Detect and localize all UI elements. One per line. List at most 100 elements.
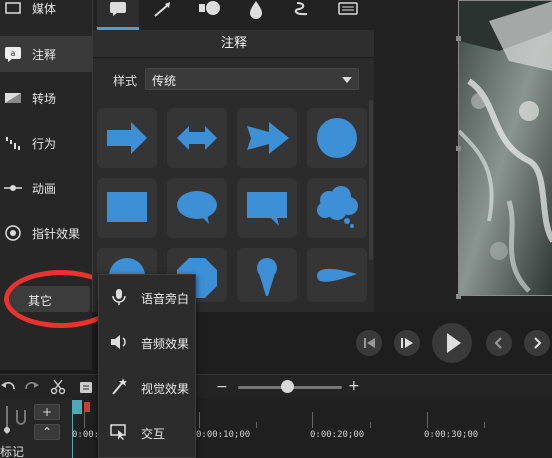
svg-text:a: a [11, 49, 16, 58]
tab-shapes[interactable] [189, 0, 231, 30]
ruler-tick [427, 412, 428, 428]
ruler-tick [312, 412, 313, 428]
interactive-icon [110, 424, 126, 440]
ruler-tick-minor [484, 422, 485, 428]
shape-tile-teardrop[interactable] [307, 248, 367, 302]
menu-item-audio-effects[interactable]: 音频效果 [99, 322, 197, 362]
arrow-double-icon [177, 126, 217, 150]
sketch-tab-icon [294, 2, 308, 16]
menu-item-label: 视觉效果 [141, 382, 190, 396]
animation-icon [4, 185, 22, 191]
arrow-fat-right-icon [247, 122, 289, 154]
playback-controls [196, 312, 552, 374]
marker-track-label: 标记 [0, 445, 25, 458]
ruler-tick-minor [370, 422, 371, 428]
panel-title: 注释 [93, 30, 375, 58]
track-height-slider[interactable] [2, 406, 12, 434]
ruler-label: 0:00:20;00 [310, 430, 365, 440]
sidebar-item-label: 转场 [32, 92, 57, 106]
annotations-panel: 注释 样式 传统 [92, 0, 375, 312]
step-forward-icon [401, 338, 413, 348]
style-dropdown-value: 传统 [152, 74, 177, 88]
shape-tile-arrow-right[interactable] [97, 108, 157, 168]
sidebar-item-label: 媒体 [32, 2, 57, 16]
previous-marker-button[interactable] [486, 330, 512, 356]
thought-cloud-icon [317, 186, 358, 228]
sidebar-item-animations[interactable]: 动画 [0, 170, 92, 206]
sidebar-item-annotations[interactable]: a 注释 [0, 36, 92, 72]
behavior-icon [6, 137, 20, 150]
undo-icon[interactable] [0, 379, 16, 395]
annotation-type-tabs [93, 0, 375, 30]
video-preview[interactable] [458, 0, 552, 296]
resize-handle[interactable] [456, 294, 461, 299]
tab-callouts[interactable] [97, 0, 139, 30]
chevron-down-icon [342, 77, 352, 83]
zoom-slider-handle[interactable] [281, 380, 295, 393]
sidebar-item-transitions[interactable]: 转场 [0, 80, 92, 116]
previous-frame-button[interactable] [356, 330, 382, 356]
sidebar-item-cursor-effects[interactable]: 指针效果 [0, 215, 92, 251]
teardrop-icon [317, 268, 357, 282]
shape-tile-arrow-fat[interactable] [237, 108, 297, 168]
playhead[interactable] [72, 400, 82, 414]
resize-handle[interactable] [456, 36, 461, 41]
ruler-label: 0:00:30;00 [424, 430, 479, 440]
next-frame-button[interactable] [394, 330, 420, 356]
sidebar-item-behaviors[interactable]: 行为 [0, 125, 92, 161]
more-tools-menu: 语音旁白 音频效果 视觉效果 交互 [98, 274, 196, 458]
style-dropdown[interactable]: 传统 [145, 68, 359, 90]
playhead-out-marker[interactable] [84, 402, 90, 412]
preview-image [459, 1, 552, 295]
collapse-track-button[interactable]: ⌃ [34, 424, 60, 440]
shape-tile-oval-bubble[interactable] [167, 178, 227, 238]
menu-item-label: 音频效果 [141, 337, 190, 351]
shape-tile-pin[interactable] [237, 248, 297, 302]
shape-tile-rect-bubble[interactable] [237, 178, 297, 238]
shape-tile-arrow-double[interactable] [167, 108, 227, 168]
shape-tab-icon [199, 1, 220, 15]
next-marker-button[interactable] [524, 330, 550, 356]
sidebar-item-media[interactable]: 媒体 [0, 0, 92, 26]
shape-tile-rectangle[interactable] [97, 178, 157, 238]
arrow-tab-icon [154, 2, 170, 17]
play-button[interactable] [432, 323, 472, 363]
shape-tile-circle[interactable] [307, 108, 367, 168]
sidebar-item-label: 注释 [32, 48, 57, 62]
menu-item-interactivity[interactable]: 交互 [99, 412, 197, 452]
copy-icon[interactable] [78, 379, 94, 395]
play-icon [447, 333, 461, 353]
tab-blur[interactable] [235, 0, 277, 30]
ruler-tick [199, 412, 200, 428]
chevron-right-icon [534, 337, 542, 349]
callout-tab-icon [110, 2, 126, 16]
ruler-label: 0:00:10;00 [196, 430, 251, 440]
style-label: 样式 [113, 74, 138, 88]
redo-icon[interactable] [24, 379, 40, 395]
menu-item-visual-effects[interactable]: 视觉效果 [99, 367, 197, 407]
tab-arrows[interactable] [143, 0, 185, 30]
ruler-tick [84, 412, 85, 428]
sidebar-item-label: 动画 [32, 182, 57, 196]
arrow-right-icon [107, 122, 147, 154]
blur-tab-icon [250, 1, 262, 19]
timeline-toolbar: − + [0, 374, 552, 398]
resize-handle[interactable] [456, 146, 461, 151]
panel-scrollbar[interactable] [369, 100, 373, 260]
annotation-icon: a [5, 47, 21, 62]
cursor-effect-icon [5, 225, 21, 241]
menu-item-label: 交互 [141, 427, 166, 441]
cut-icon[interactable] [50, 379, 66, 395]
media-icon [5, 2, 21, 14]
menu-item-label: 语音旁白 [141, 292, 190, 306]
magic-wand-icon [112, 378, 127, 395]
add-track-button[interactable]: + [34, 404, 60, 420]
tab-sketch[interactable] [281, 0, 323, 30]
chevron-left-icon [494, 337, 502, 349]
shape-tile-thought-cloud[interactable] [307, 178, 367, 238]
magnet-icon[interactable] [14, 406, 28, 434]
zoom-out-button[interactable]: − [216, 379, 228, 395]
tab-keystroke[interactable] [327, 0, 369, 30]
zoom-in-button[interactable]: + [348, 378, 360, 394]
menu-item-voice-narration[interactable]: 语音旁白 [99, 277, 197, 317]
